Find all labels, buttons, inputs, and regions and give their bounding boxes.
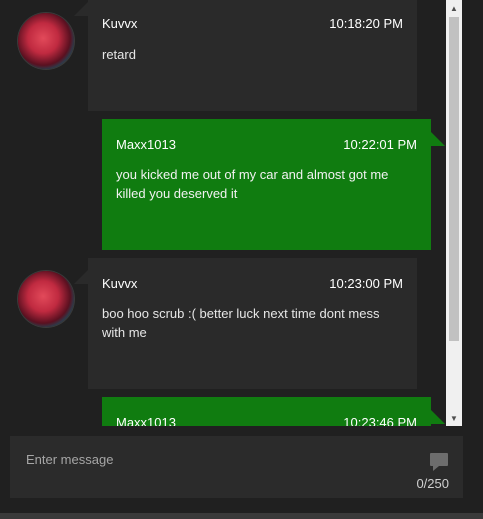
bubble-tail xyxy=(431,132,445,146)
character-counter: 0/250 xyxy=(416,476,449,491)
message-text: you kicked me out of my car and almost g… xyxy=(116,167,389,201)
message-sender: Maxx1013 xyxy=(116,137,176,152)
compose-box[interactable]: Enter message 0/250 xyxy=(10,436,463,498)
speech-bubble-icon[interactable] xyxy=(430,453,448,471)
bottom-border xyxy=(0,513,483,519)
scroll-thumb[interactable] xyxy=(449,17,459,341)
message-time: 10:23:46 PM xyxy=(343,415,417,426)
message-bubble: Kuvvx 10:18:20 PM retard xyxy=(88,0,417,111)
scroll-down-arrow-icon[interactable]: ▼ xyxy=(446,410,462,426)
avatar[interactable] xyxy=(18,271,74,327)
message-time: 10:22:01 PM xyxy=(343,137,417,152)
message-bubble: Maxx1013 10:23:46 PM xyxy=(102,397,431,426)
bubble-tail xyxy=(74,2,88,16)
bubble-tail xyxy=(431,410,445,424)
scroll-up-arrow-icon[interactable]: ▲ xyxy=(446,0,462,16)
message-text: retard xyxy=(102,47,136,62)
scrollbar[interactable]: ▲ ▼ xyxy=(446,0,462,426)
message-time: 10:23:00 PM xyxy=(329,276,403,291)
message-sender: Kuvvx xyxy=(102,16,138,31)
message-time: 10:18:20 PM xyxy=(329,16,403,31)
bubble-tail xyxy=(74,270,88,284)
message-bubble: Kuvvx 10:23:00 PM boo hoo scrub :( bette… xyxy=(88,258,417,389)
window-edge xyxy=(462,0,483,519)
message-sender: Kuvvx xyxy=(102,276,138,291)
message-list[interactable]: Kuvvx 10:18:20 PM retard Maxx1013 10:22:… xyxy=(0,0,446,426)
message-text: boo hoo scrub :( better luck next time d… xyxy=(102,306,380,340)
avatar[interactable] xyxy=(18,13,74,69)
message-input[interactable]: Enter message xyxy=(26,452,113,467)
message-sender: Maxx1013 xyxy=(116,415,176,426)
message-bubble: Maxx1013 10:22:01 PM you kicked me out o… xyxy=(102,119,431,250)
